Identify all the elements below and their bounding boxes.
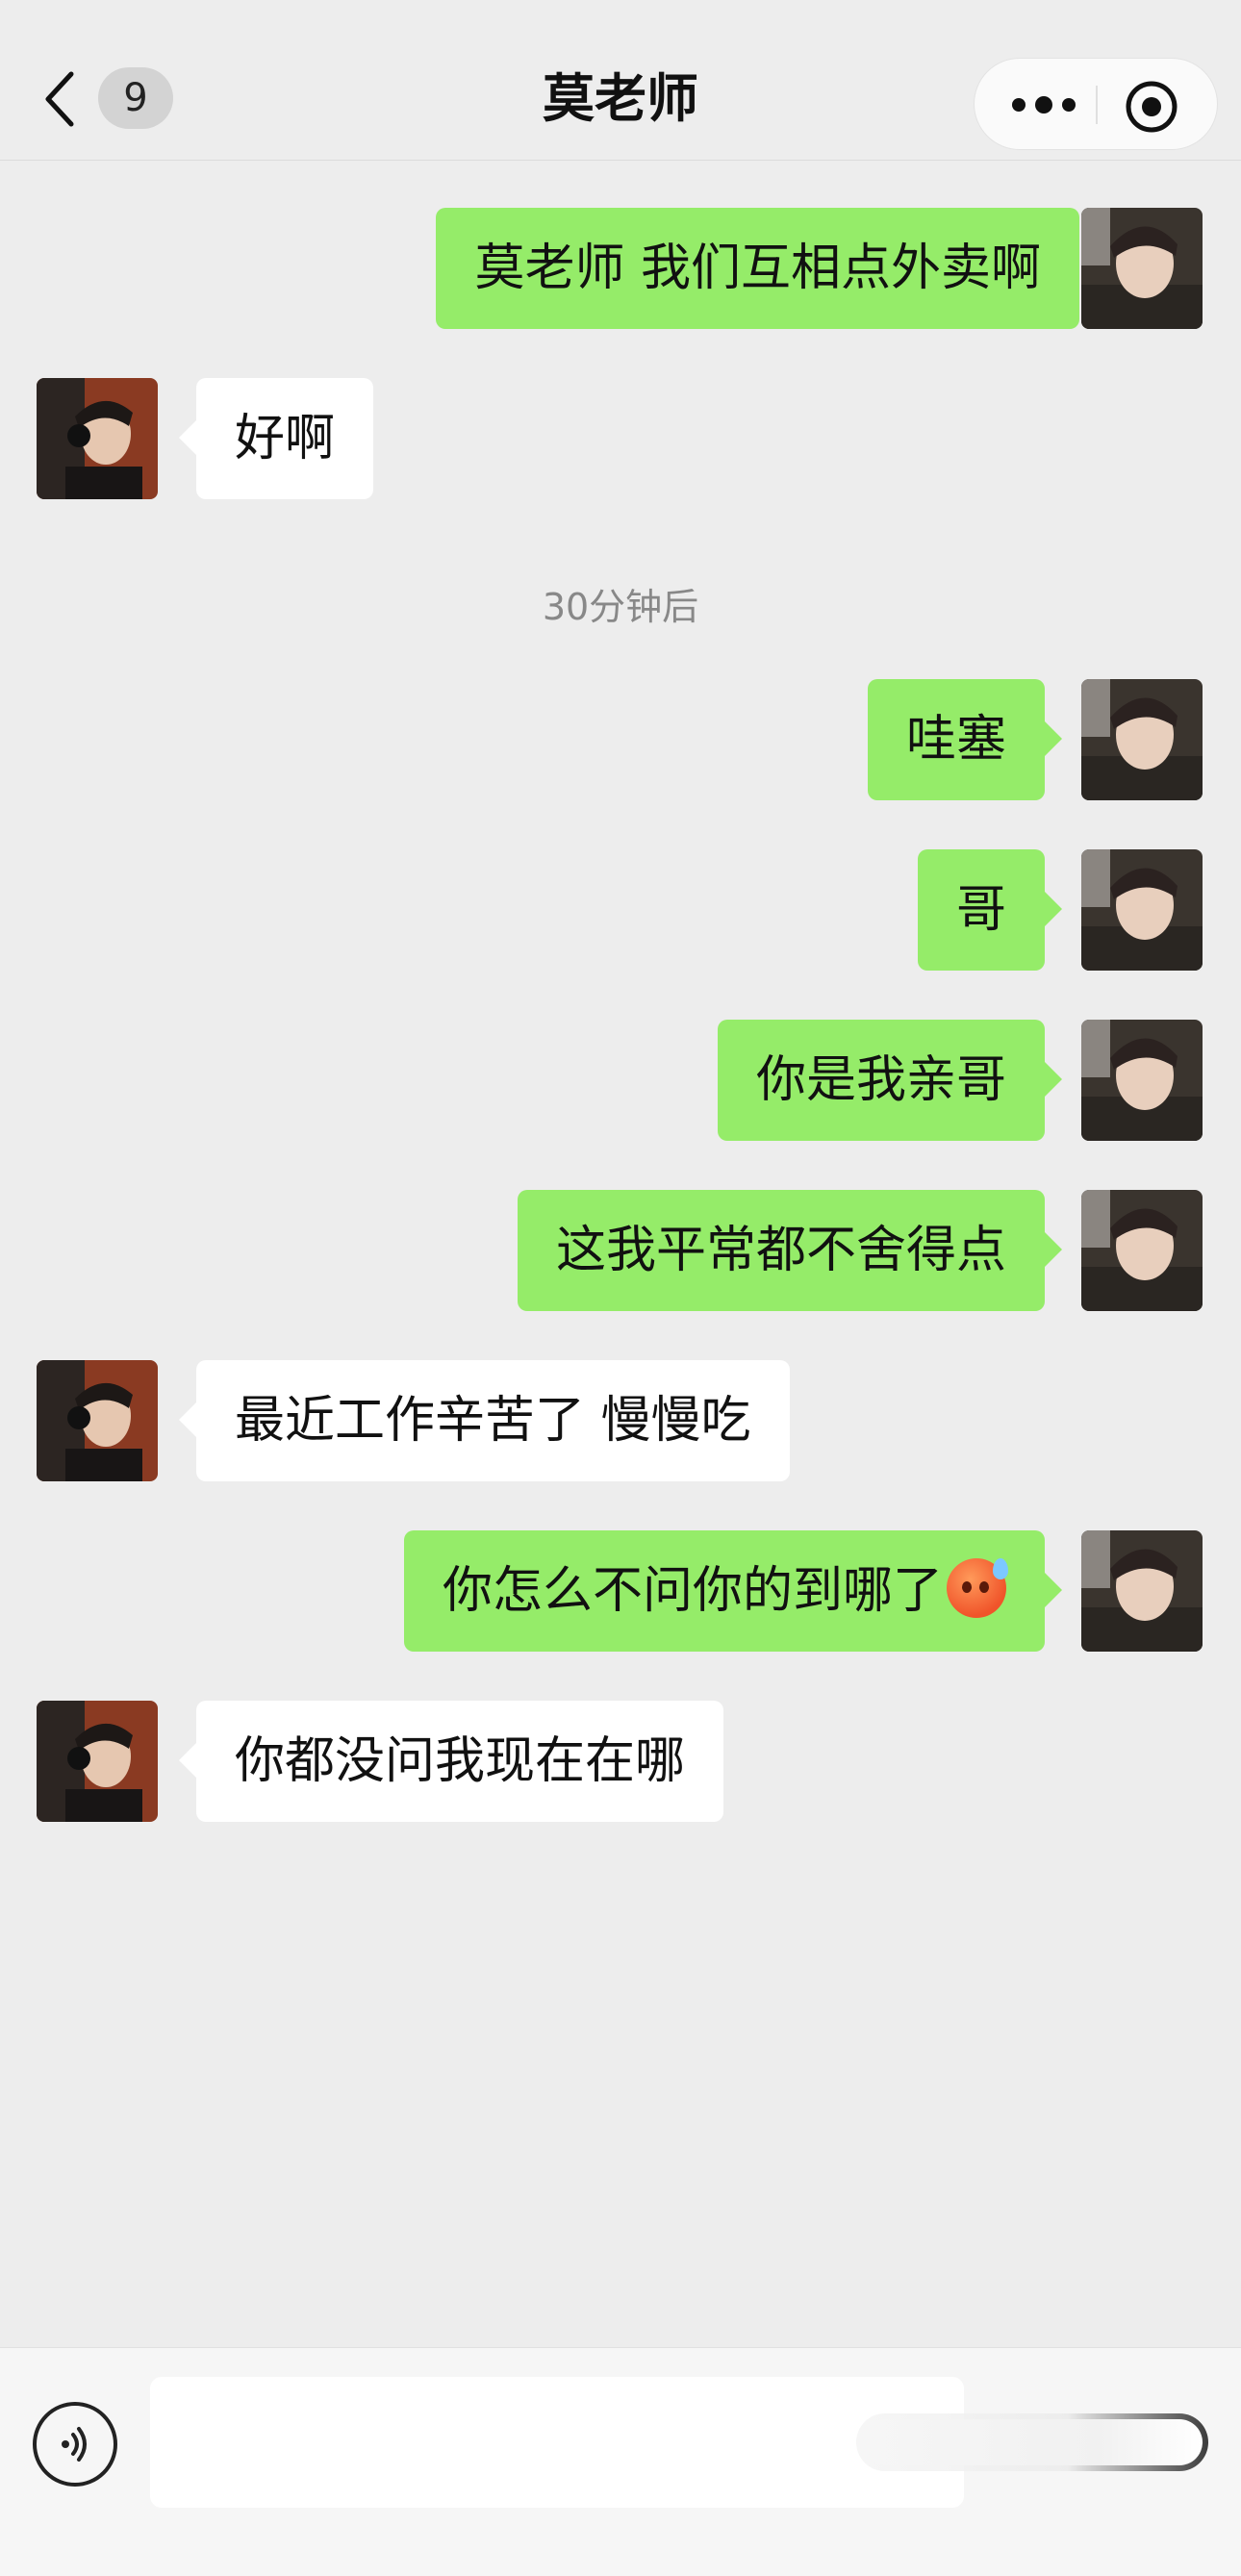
message-input[interactable] — [150, 2377, 964, 2508]
message-row: 好啊 — [0, 378, 1241, 499]
avatar[interactable] — [1081, 1190, 1203, 1311]
bubble-tail — [1045, 1062, 1062, 1097]
bubble-tail — [1045, 892, 1062, 926]
time-divider: 30分钟后 — [542, 586, 699, 628]
sweat-drop — [993, 1558, 1008, 1579]
avatar[interactable] — [1081, 1020, 1203, 1141]
voice-icon — [62, 2427, 87, 2462]
capsule-divider — [1096, 86, 1098, 124]
avatar[interactable] — [1081, 208, 1203, 329]
message-bubble[interactable]: 这我平常都不舍得点 — [517, 1190, 1045, 1311]
message-text: 你怎么不问你的到哪了 — [442, 1562, 943, 1620]
message-bubble[interactable]: 莫老师 我们互相点外卖啊 — [436, 208, 1079, 329]
bubble-tail — [1045, 721, 1062, 756]
bubble-tail — [1045, 1573, 1062, 1607]
message-bubble[interactable]: 哇塞 — [867, 679, 1045, 800]
message-row: 这我平常都不舍得点 — [0, 1190, 1241, 1311]
message-row: 你是我亲哥 — [0, 1020, 1241, 1141]
message-row: 哥 — [0, 849, 1241, 971]
mini-program-capsule — [974, 58, 1218, 150]
bubble-tail — [179, 1743, 196, 1778]
message-row: 哇塞 — [0, 679, 1241, 800]
message-row: 你怎么不问你的到哪了 — [0, 1530, 1241, 1652]
avatar[interactable] — [37, 1360, 158, 1481]
message-bubble[interactable]: 好啊 — [196, 378, 374, 499]
message-bubble[interactable]: 最近工作辛苦了 慢慢吃 — [196, 1360, 790, 1481]
target-icon[interactable] — [1123, 78, 1180, 136]
sweat-face-icon — [947, 1558, 1008, 1618]
bubble-tail — [1045, 1232, 1062, 1267]
avatar[interactable] — [37, 1701, 158, 1822]
avatar[interactable] — [1081, 1530, 1203, 1652]
avatar[interactable] — [1081, 679, 1203, 800]
message-row: 莫老师 我们互相点外卖啊 — [0, 208, 1241, 329]
emoji-plus-area[interactable] — [856, 2413, 1208, 2471]
message-row: 你都没问我现在在哪 — [0, 1701, 1241, 1822]
more-dots-icon[interactable] — [1005, 86, 1082, 124]
bubble-tail — [1045, 250, 1062, 285]
message-bubble[interactable]: 你怎么不问你的到哪了 — [403, 1530, 1045, 1652]
chat-header: 9 莫老师 — [0, 0, 1241, 161]
avatar[interactable] — [1081, 849, 1203, 971]
avatar[interactable] — [37, 378, 158, 499]
input-bar — [0, 2347, 1241, 2576]
message-bubble[interactable]: 你是我亲哥 — [717, 1020, 1045, 1141]
message-row: 最近工作辛苦了 慢慢吃 — [0, 1360, 1241, 1481]
message-bubble[interactable]: 你都没问我现在在哪 — [196, 1701, 724, 1822]
bubble-tail — [179, 420, 196, 455]
voice-button[interactable] — [33, 2402, 117, 2487]
bubble-tail — [179, 1402, 196, 1437]
message-bubble[interactable]: 哥 — [917, 849, 1045, 971]
